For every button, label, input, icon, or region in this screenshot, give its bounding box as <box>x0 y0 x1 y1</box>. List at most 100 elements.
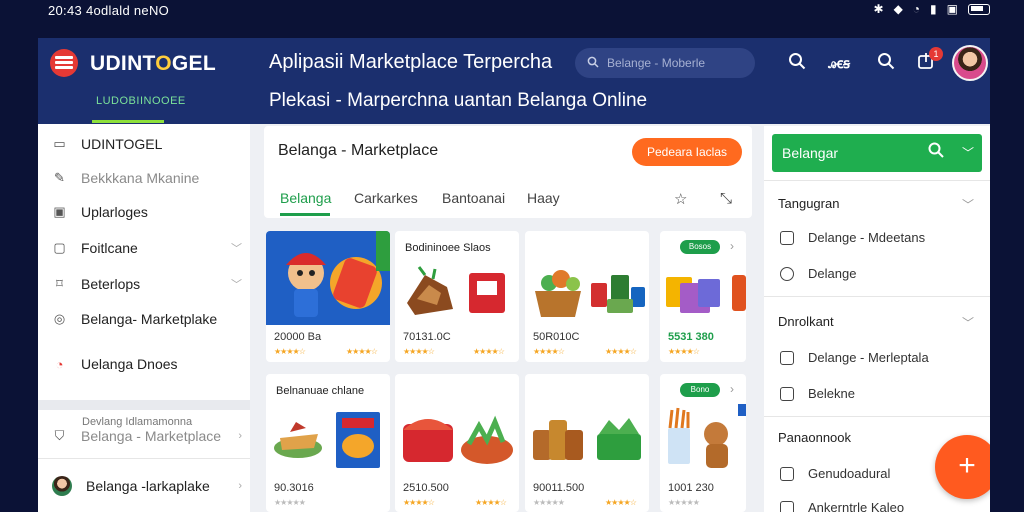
rating-stars: ★★★★☆ <box>346 347 378 356</box>
tab-bantoanai[interactable]: Bantoanai <box>442 190 505 206</box>
product-image <box>407 266 505 315</box>
sub-brand-tab[interactable]: LUDOBIINOOEE <box>96 95 186 107</box>
notification-badge: 1 <box>929 47 943 61</box>
search-alt-icon[interactable] <box>877 52 895 75</box>
sidebar-item-label: Belanga - Marketplace <box>81 428 222 444</box>
product-caption: Belnanuae chlane <box>276 385 365 397</box>
star-icon[interactable]: ☆ <box>674 190 687 208</box>
rating-stars: ★★★★☆ <box>403 498 435 507</box>
card-icon: ▢ <box>53 240 66 255</box>
sidebar-item-label: Uplarloges <box>81 204 148 220</box>
sidebar-item-belanga-marketplace[interactable]: ⛉ Belanga - Marketplace › <box>52 428 242 444</box>
sidebar-item-label: Beterlops <box>81 276 141 292</box>
tag-icon: ⌑ <box>56 276 63 291</box>
chevron-right-icon[interactable]: › <box>730 382 734 396</box>
status-time: 20:43 4odlald neNO <box>48 3 170 18</box>
product-card[interactable]: 90011.500 ★★★★★ ★★★★☆ <box>525 374 649 512</box>
battery-icon <box>968 3 990 15</box>
product-badge: Bono <box>680 383 720 397</box>
sidebar-item-label: Foitlcane <box>81 240 138 256</box>
shield-icon: ⛉ <box>54 428 65 443</box>
product-image <box>533 418 641 460</box>
clock-icon <box>780 266 794 281</box>
sidebar-item-beterlops[interactable]: ⌑ Beterlops ﹀ <box>52 276 242 292</box>
rating-stars: ★★★★★ <box>274 498 306 507</box>
location-icon: ◆ <box>893 2 903 16</box>
product-card[interactable]: 20000 Ba ★★★★☆ ★★★★☆ <box>266 231 390 362</box>
active-tab-indicator <box>280 213 330 216</box>
page-subtitle: Plekasi - Marperchna uantan Belanga Onli… <box>269 90 648 111</box>
filter-search-input[interactable]: Belangar ﹀ <box>772 134 982 172</box>
location-icon: ◎ <box>53 311 66 326</box>
sidebar-item-label: UDINTOGEL <box>81 136 163 152</box>
rating-stars: ★★★★☆ <box>533 347 565 356</box>
rating-stars: ★★★★☆ <box>668 347 700 356</box>
product-card[interactable]: Bodininoee Slaos 70131.0C ★★★★☆ ★★★★☆ <box>395 231 519 362</box>
header-search-input[interactable]: Belange - Moberle <box>575 48 755 78</box>
filter-section-title[interactable]: Dnrolkant <box>778 314 834 329</box>
chart-icon: ◔ <box>55 356 64 372</box>
user-avatar[interactable] <box>952 45 988 81</box>
rating-stars: ★★★★☆ <box>274 347 306 356</box>
sub-brand-indicator <box>92 120 164 123</box>
filter-option[interactable]: Delange <box>780 266 856 281</box>
filter-option-label: Belekne <box>808 386 855 401</box>
divider <box>764 416 990 417</box>
sidebar-item-uplarloges[interactable]: ▣ Uplarloges <box>52 204 242 220</box>
divider <box>764 180 990 181</box>
sidebar-item-bekkkana[interactable]: ✎ Bekkkana Mkanine <box>52 170 242 186</box>
divider <box>38 400 250 410</box>
product-card[interactable]: 50R010C ★★★★☆ ★★★★☆ <box>525 231 649 362</box>
chevron-right-icon: › <box>238 430 242 442</box>
search-icon[interactable] <box>928 142 944 163</box>
filter-option-label: Ankerntrle Kaleo <box>808 500 905 512</box>
tab-carkarkes[interactable]: Carkarkes <box>354 190 418 206</box>
language-icon[interactable]: ꭿꞓꞩ <box>828 54 850 73</box>
chevron-down-icon[interactable]: ﹀ <box>962 314 974 331</box>
screen-icon: ▣ <box>946 2 958 16</box>
brand-name: UDINTOGEL <box>90 52 216 75</box>
search-icon[interactable] <box>788 52 806 75</box>
checkbox-icon <box>780 386 794 401</box>
rating-stars: ★★★★☆ <box>605 498 637 507</box>
filter-section-title[interactable]: Tangugran <box>778 196 839 211</box>
product-image <box>266 231 390 325</box>
divider <box>38 458 250 459</box>
product-card[interactable]: 2510.500 ★★★★☆ ★★★★☆ <box>395 374 519 512</box>
sidebar-item-belanga-larkaplake[interactable]: Belanga -larkaplake › <box>52 476 242 496</box>
filter-section-title[interactable]: Panaonnook <box>778 430 851 445</box>
filter-option[interactable]: Delange - Merleptala <box>780 350 929 365</box>
rating-stars: ★★★★☆ <box>475 498 507 507</box>
product-card[interactable]: Bono › 1001 230 ★★★★★ <box>660 374 746 512</box>
sidebar-item-foitlcane[interactable]: ▢ Foitlcane ﹀ <box>52 240 242 256</box>
expand-icon[interactable]: ⤡ <box>720 190 732 207</box>
product-price: 5531 380 <box>668 331 714 343</box>
filter-option[interactable]: Belekne <box>780 386 855 401</box>
chevron-down-icon: ﹀ <box>231 243 242 255</box>
chevron-down-icon[interactable]: ﹀ <box>962 196 974 213</box>
product-card[interactable]: Belnanuae chlane 90.3016 ★★★★★ <box>266 374 390 512</box>
tab-belanga[interactable]: Belanga <box>280 190 331 206</box>
filter-option[interactable]: Genudoadural <box>780 466 890 481</box>
section-title: Belanga - Marketplace <box>278 142 439 159</box>
tab-haay[interactable]: Haay <box>527 190 560 206</box>
product-caption: Bodininoee Slaos <box>405 242 491 254</box>
folder-icon <box>780 500 794 512</box>
filter-option[interactable]: Delange - Mdeetans <box>780 230 925 245</box>
product-price: 1001 230 <box>668 482 714 494</box>
sidebar-item-udintogel[interactable]: ▭ UDINTOGEL <box>52 136 242 152</box>
sidebar-item-label: Belanga -larkaplake <box>86 478 210 494</box>
avatar <box>52 476 72 496</box>
sidebar-item-belanga-marketplake[interactable]: ◎ Belanga- Marketplake <box>52 311 242 327</box>
primary-action-button[interactable]: Pedeara Iaclas <box>632 138 742 166</box>
filter-option-label: Delange - Mdeetans <box>808 230 926 245</box>
filter-option-label: Delange <box>808 266 857 281</box>
filter-option[interactable]: Ankerntrle Kaleo <box>780 500 904 512</box>
chevron-right-icon[interactable]: › <box>730 239 734 253</box>
divider <box>764 296 990 297</box>
chevron-down-icon[interactable]: ﹀ <box>962 144 974 161</box>
product-price: 2510.500 <box>403 482 449 494</box>
product-card[interactable]: Bosos › 5531 380 ★★★★☆ <box>660 231 746 362</box>
add-button[interactable]: + <box>935 435 990 499</box>
sidebar-item-uelanga-dnoes[interactable]: ◔ Uelanga Dnoes <box>52 356 242 372</box>
